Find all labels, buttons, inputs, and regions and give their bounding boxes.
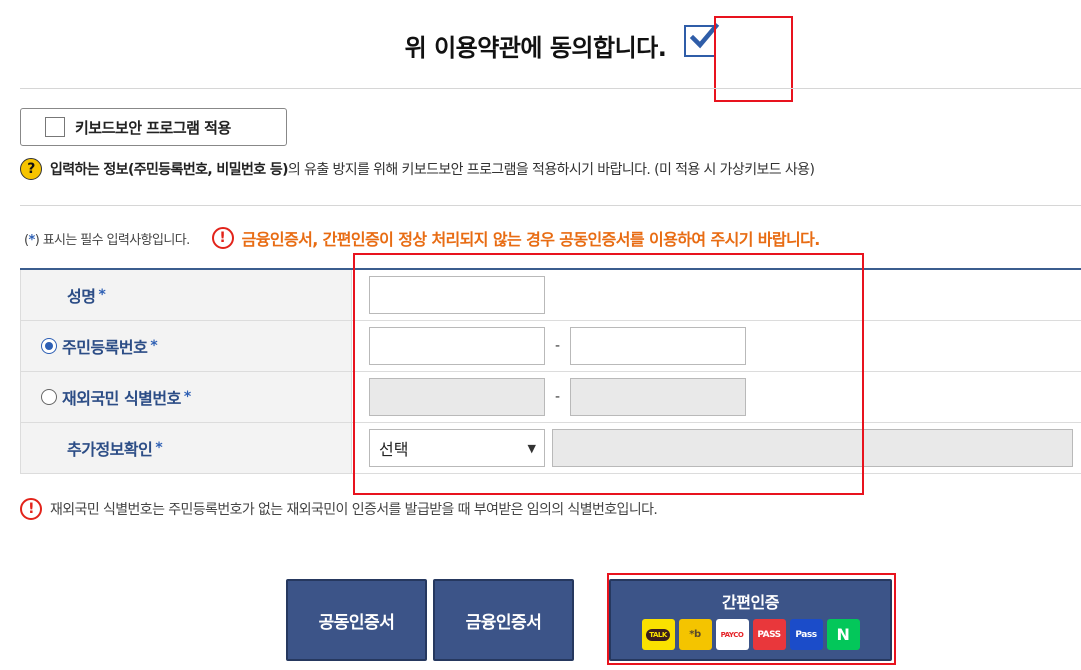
finance-certificate-button[interactable]: 금융인증서: [433, 579, 574, 661]
easy-auth-label: 간편인증: [722, 593, 779, 612]
agreement-row: 위 이용약관에 동의합니다.: [0, 20, 1081, 70]
name-label: 성명 *: [20, 270, 351, 320]
rrn-field-cell: -: [351, 321, 1081, 371]
help-bold-text: 입력하는 정보(주민등록번호, 비밀번호 등): [50, 162, 289, 178]
easy-auth-button[interactable]: 간편인증 TALK *b PAYCO PASS Pass N: [609, 579, 892, 661]
samsung-pass-icon: Pass: [789, 619, 823, 650]
foreign-id-field-cell: -: [351, 372, 1081, 422]
extra-info-select-value: 선택: [379, 440, 409, 459]
required-star-icon: *: [183, 389, 191, 405]
keyboard-security-label: 키보드보안 프로그램 적용: [75, 118, 231, 137]
foreign-id-back-input: [570, 378, 746, 416]
chevron-down-icon: ▼: [527, 441, 536, 455]
info-exclamation-icon: !: [20, 498, 42, 520]
identity-form: 성명 * 주민등록번호 * - 재외국민 식별번호 * - 추가정보확인 * 선…: [20, 268, 1081, 474]
required-star-icon: *: [155, 440, 163, 456]
keyboard-security-help: ? 입력하는 정보(주민등록번호, 비밀번호 등) 의 유출 방지를 위해 키보…: [20, 158, 815, 180]
question-icon: ?: [20, 158, 42, 180]
agreement-text: 위 이용약관에 동의합니다.: [404, 33, 667, 62]
rrn-radio[interactable]: [41, 338, 57, 354]
form-row-foreign-id: 재외국민 식별번호 * -: [20, 372, 1081, 423]
keyboard-security-button[interactable]: 키보드보안 프로그램 적용: [20, 108, 287, 146]
extra-info-select[interactable]: 선택 ▼: [369, 429, 545, 467]
required-note: (*) 표시는 필수 입력사항입니다.: [24, 232, 190, 248]
foreign-id-dash: -: [554, 389, 561, 405]
rrn-label[interactable]: 주민등록번호 *: [20, 321, 351, 371]
required-star-icon: *: [98, 287, 106, 303]
payco-icon: PAYCO: [715, 619, 749, 650]
form-row-name: 성명 *: [20, 270, 1081, 321]
divider: [20, 205, 1081, 206]
rrn-dash: -: [554, 338, 561, 354]
keyboard-security-checkbox[interactable]: [45, 117, 65, 137]
checkmark-icon: [690, 22, 720, 49]
required-star-icon: *: [150, 338, 158, 354]
foreign-id-label[interactable]: 재외국민 식별번호 *: [20, 372, 351, 422]
foreign-id-radio[interactable]: [41, 389, 57, 405]
foreign-id-note-text: 재외국민 식별번호는 주민등록번호가 없는 재외국민이 인증서를 발급받을 때 …: [50, 502, 658, 518]
extra-info-label: 추가정보확인 *: [20, 423, 351, 473]
kakao-talk-icon: TALK: [641, 619, 675, 650]
name-input[interactable]: [369, 276, 545, 314]
warning-text: 금융인증서, 간편인증이 정상 처리되지 않는 경우 공동인증서를 이용하여 주…: [241, 230, 821, 249]
divider: [20, 88, 1081, 89]
kb-bank-icon: *b: [678, 619, 712, 650]
public-certificate-button[interactable]: 공동인증서: [286, 579, 427, 661]
foreign-id-note: ! 재외국민 식별번호는 주민등록번호가 없는 재외국민이 인증서를 발급받을 …: [20, 498, 658, 520]
name-field-cell: [351, 270, 1081, 320]
form-row-rrn: 주민등록번호 * -: [20, 321, 1081, 372]
extra-info-input: [552, 429, 1073, 467]
agreement-checkbox[interactable]: [684, 22, 720, 57]
form-row-extra-info: 추가정보확인 * 선택 ▼: [20, 423, 1081, 474]
help-text: 의 유출 방지를 위해 키보드보안 프로그램을 적용하시기 바랍니다. (미 적…: [287, 162, 815, 178]
foreign-id-front-input: [369, 378, 545, 416]
naver-icon: N: [826, 619, 860, 650]
easy-auth-providers: TALK *b PAYCO PASS Pass N: [641, 619, 860, 650]
rrn-back-input[interactable]: [570, 327, 746, 365]
extra-info-field-cell: 선택 ▼: [351, 423, 1081, 473]
warning-icon: !: [211, 227, 234, 249]
pass-icon: PASS: [752, 619, 786, 650]
rrn-front-input[interactable]: [369, 327, 545, 365]
notice-row: (*) 표시는 필수 입력사항입니다. ! 금융인증서, 간편인증이 정상 처리…: [24, 226, 820, 250]
